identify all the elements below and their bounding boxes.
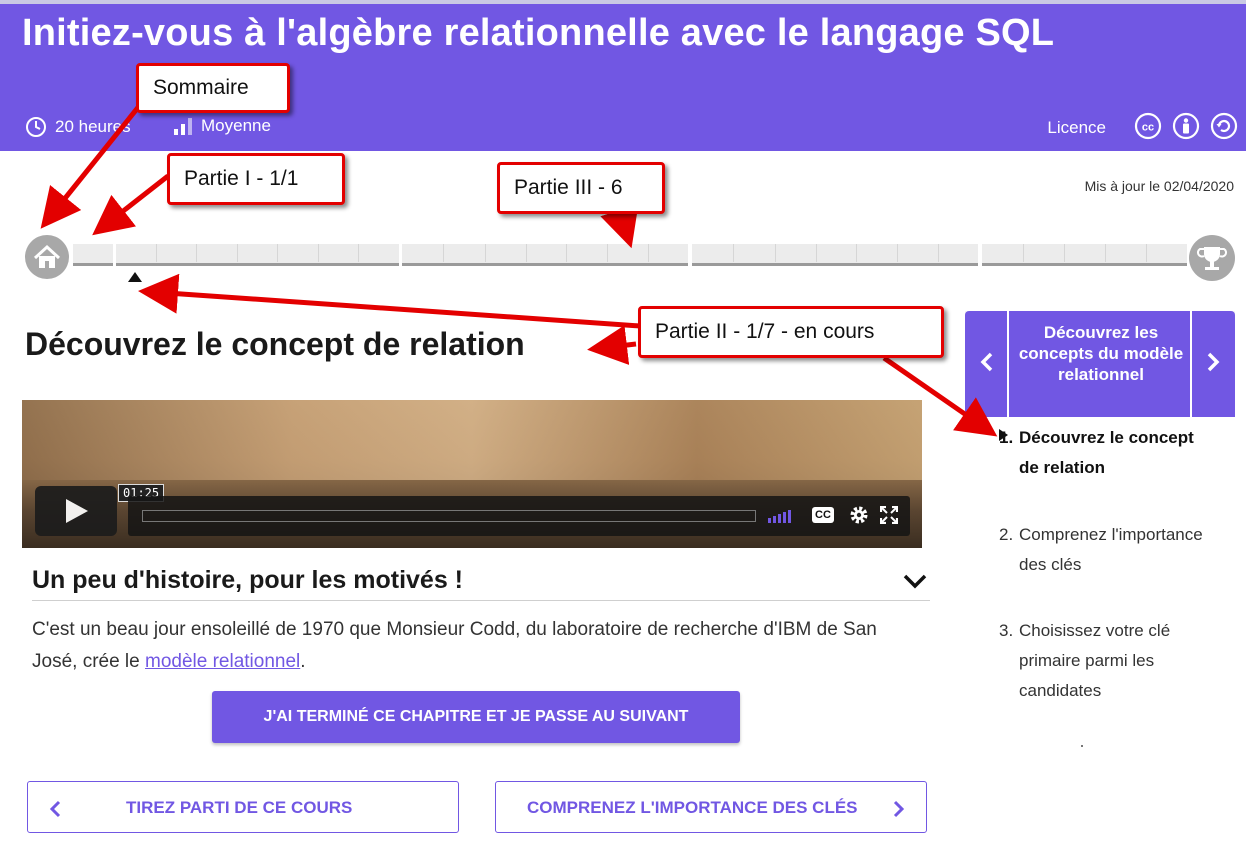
svg-text:cc: cc [1142,122,1154,134]
trophy-icon [1197,247,1227,270]
previous-part-icon[interactable] [979,351,995,373]
chevron-right-icon [893,800,905,818]
chapter-item[interactable]: 3. Choisissez votre clé primaire parmi l… [999,616,1209,706]
part-title: Découvrez les concepts du modèle relatio… [1018,323,1184,384]
duration: 20 heures [25,116,131,138]
chapter-label: Comprenez l'importance des clés [1019,525,1203,574]
course-title: Initiez-vous à l'algèbre relationnelle a… [22,12,1055,54]
captions-button[interactable]: CC [812,507,834,523]
next-part-icon[interactable] [1205,351,1221,373]
chapter-list: 1. Découvrez le concept de relation 2. C… [965,417,1235,703]
volume-icon[interactable] [768,507,791,523]
settings-icon[interactable] [848,504,870,526]
complete-chapter-button[interactable]: J'AI TERMINÉ CE CHAPITRE ET JE PASSE AU … [212,691,740,743]
chapter-number: 2. [999,525,1014,544]
callout-sommaire: Sommaire [136,63,290,113]
progress-part-2[interactable] [116,244,399,266]
intro-paragraph: C'est un beau jour ensoleillé de 1970 qu… [32,614,912,678]
fullscreen-icon[interactable] [880,506,898,524]
progress-part-3[interactable] [402,244,688,266]
certificate-button[interactable] [1189,235,1235,281]
licence-icons: cc [1134,112,1238,140]
chevron-down-icon[interactable] [902,572,928,590]
licence-label[interactable]: Licence [1047,118,1106,138]
chapter-number: 1. [999,428,1014,447]
clock-icon [25,116,47,138]
chapter-label: Découvrez le concept de relation [1019,428,1194,477]
difficulty: Moyenne [173,116,271,136]
duration-label: 20 heures [55,117,131,136]
progress-part-4[interactable] [692,244,978,266]
part-header: Découvrez les concepts du modèle relatio… [965,311,1235,417]
history-accordion[interactable]: Un peu d'histoire, pour les motivés ! [32,560,930,601]
progress-part-5[interactable] [982,244,1187,266]
arrow-partie3 [600,204,639,249]
arrow-partie1 [92,174,170,236]
chapter-number: 3. [999,621,1014,640]
arrow-partie2-title [587,325,637,365]
last-updated: Mis à jour le 02/04/2020 [1084,178,1234,194]
video-frame [22,400,922,480]
previous-chapter-button[interactable]: TIREZ PARTI DE CE COURS [27,781,459,833]
paragraph-end: . [300,651,306,672]
video-player[interactable]: 01:25 CC [22,400,922,548]
progress-part-1[interactable] [73,244,113,266]
callout-partie2: Partie II - 1/7 - en cours [638,306,944,358]
difficulty-label: Moyenne [201,116,271,135]
current-position-marker [128,272,142,282]
home-icon [33,244,61,268]
callout-partie1: Partie I - 1/1 [167,153,345,205]
callout-partie3: Partie III - 6 [497,162,665,214]
share-alike-icon [1210,112,1238,140]
course-outline-panel: Découvrez les concepts du modèle relatio… [965,311,1235,703]
attribution-icon [1172,112,1200,140]
arrow-partie2-progress [138,273,641,329]
previous-chapter-label: TIREZ PARTI DE CE COURS [126,798,353,817]
chapter-item[interactable]: 2. Comprenez l'importance des clés [999,520,1209,580]
next-chapter-label: COMPRENEZ L'IMPORTANCE DES CLÉS [527,798,858,817]
accordion-title: Un peu d'histoire, pour les motivés ! [32,566,464,594]
video-controls: CC [128,496,910,536]
chapter-title: Découvrez le concept de relation [25,326,525,362]
stray-dot [1081,745,1083,747]
level-bars-icon [173,116,193,136]
chapter-label: Choisissez votre clé primaire parmi les … [1019,621,1171,700]
chevron-left-icon [49,800,61,818]
video-timeline[interactable] [142,510,756,522]
play-button[interactable] [35,486,117,536]
home-button[interactable] [25,235,69,279]
next-chapter-button[interactable]: COMPRENEZ L'IMPORTANCE DES CLÉS [495,781,927,833]
relational-model-link[interactable]: modèle relationnel [145,651,300,672]
chapter-item[interactable]: 1. Découvrez le concept de relation [999,423,1209,483]
cc-icon: cc [1134,112,1162,140]
